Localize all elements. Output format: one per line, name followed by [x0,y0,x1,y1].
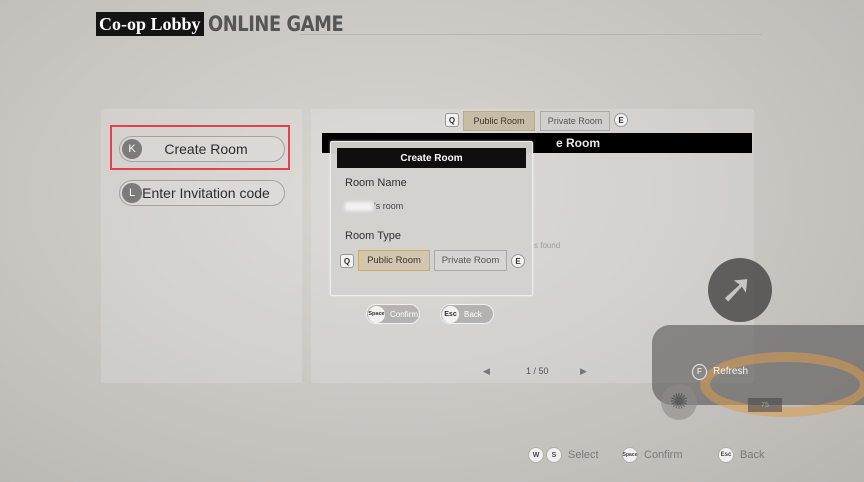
key-e-icon: E [614,113,628,127]
refresh-label: Refresh [712,366,748,377]
header-divider [300,34,762,35]
background-gear-icon: ✺ [661,384,697,420]
back-hint-label: Back [740,449,765,461]
enter-invitation-code-button[interactable]: L Enter Invitation code [119,180,285,206]
room-type-private[interactable]: Private Room [434,250,507,271]
key-s-icon: S [546,447,562,463]
key-f-icon: F [692,363,707,380]
background-tag: 75 [748,398,782,412]
room-type-public[interactable]: Public Room [358,250,430,271]
room-name-field[interactable]: 's room [345,201,403,211]
redacted-username [345,201,373,211]
room-name-value: 's room [374,201,404,211]
confirm-hint: Space Confirm [622,447,683,463]
page-title: ONLINE GAME [207,12,344,36]
key-esc-icon: Esc [442,305,459,323]
room-list-header-text: e Room [555,136,600,150]
confirm-label: Confirm [390,309,419,319]
tab-public-room[interactable]: Public Room [463,111,535,131]
room-type-label: Room Type [345,230,402,242]
background-cursor-arrow-icon: ➚ [720,267,754,311]
key-w-icon: W [528,447,544,463]
key-e-icon: E [511,254,525,268]
back-label: Back [464,309,482,319]
key-q-icon: Q [340,254,354,268]
dialog-title: Create Room [337,148,526,168]
header: Co-op Lobby ONLINE GAME [96,12,367,36]
key-q-icon: Q [445,113,459,127]
create-room-dialog: Create Room Room Name 's room Room Type … [330,141,533,296]
refresh-button[interactable]: F Refresh [692,362,748,381]
page-indicator: 1 / 50 [526,366,549,376]
next-page-arrow-icon[interactable]: ▶ [580,366,587,377]
confirm-button[interactable]: Space Confirm [366,304,420,324]
enter-invitation-label: Enter Invitation code [142,185,270,201]
key-space-icon: Space [622,447,638,463]
room-name-label: Room Name [345,177,407,189]
prev-page-arrow-icon[interactable]: ◀ [483,366,490,377]
confirm-hint-label: Confirm [644,449,683,461]
back-hint: Esc Back [718,447,764,463]
key-esc-icon: Esc [718,447,734,463]
select-hint-label: Select [568,449,599,461]
empty-room-message: s found [534,241,561,250]
key-l-icon: L [122,183,142,203]
select-hint: W S Select [528,447,599,463]
back-button[interactable]: Esc Back [440,304,494,324]
selection-highlight [110,125,290,170]
tab-private-room[interactable]: Private Room [540,111,610,131]
coop-lobby-label: Co-op Lobby [96,12,204,36]
key-space-icon: Space [368,305,385,323]
